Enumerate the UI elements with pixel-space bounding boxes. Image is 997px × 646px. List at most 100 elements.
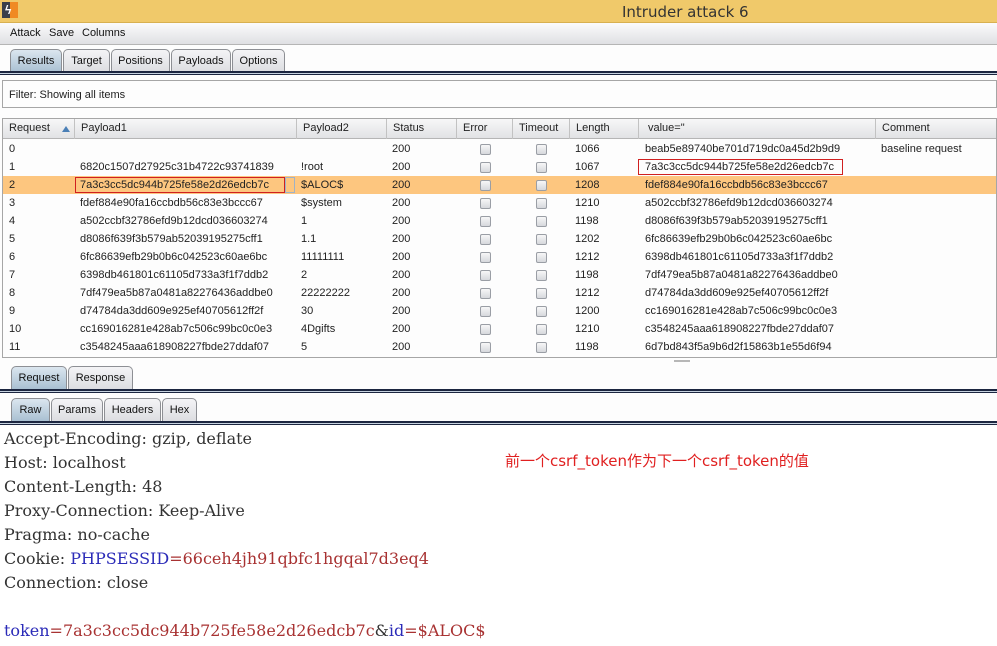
cell-payload2: $ALOC$ xyxy=(301,179,344,191)
col-timeout[interactable]: Timeout xyxy=(513,119,570,139)
tab-divider xyxy=(0,71,997,75)
cell-payload2: 1 xyxy=(301,215,308,227)
tab-positions[interactable]: Positions xyxy=(111,49,170,72)
cell-length: 1210 xyxy=(575,197,600,209)
table-row[interactable]: 8 7df479ea5b87a0481a82276436addbe0 2222222… xyxy=(3,284,996,302)
table-row[interactable]: 10 cc169016281e428ab7c506c99bc0c0e3 4Dgift… xyxy=(3,320,996,338)
error-checkbox[interactable] xyxy=(480,306,491,317)
cell-request: 10 xyxy=(9,323,22,335)
timeout-checkbox[interactable] xyxy=(536,216,547,227)
error-checkbox[interactable] xyxy=(480,198,491,209)
main-tabs: Results Target Positions Payloads Option… xyxy=(0,49,997,79)
tab-results[interactable]: Results xyxy=(10,49,62,72)
table-row[interactable]: 4 a502ccbf32786efd9b12dcd036603274 1 200 119… xyxy=(3,212,996,230)
timeout-checkbox[interactable] xyxy=(536,288,547,299)
timeout-checkbox[interactable] xyxy=(536,324,547,335)
timeout-checkbox[interactable] xyxy=(536,234,547,245)
error-checkbox[interactable] xyxy=(480,288,491,299)
table-row[interactable]: 2 7a3c3cc5dc944b725fe58e2d26edcb7c $ALOC$ 2… xyxy=(3,176,996,194)
cell-payload1: 6398db461801c61105d733a3f1f7ddb2 xyxy=(80,269,269,281)
error-checkbox[interactable] xyxy=(480,342,491,353)
cell-payload2: 4Dgifts xyxy=(301,323,336,335)
col-value[interactable]: value=" xyxy=(639,119,876,139)
header-line: Pragma: no-cache xyxy=(4,525,150,544)
tab-params[interactable]: Params xyxy=(51,398,103,421)
error-checkbox[interactable] xyxy=(480,324,491,335)
tab-payloads[interactable]: Payloads xyxy=(171,49,231,72)
cell-payload1: d74784da3dd609e925ef40705612ff2f xyxy=(80,305,264,317)
col-error[interactable]: Error xyxy=(457,119,513,139)
timeout-checkbox[interactable] xyxy=(536,252,547,263)
table-row[interactable]: 3 fdef884e90fa16ccbdb56c83e3bccc67 $system… xyxy=(3,194,996,212)
sort-ascending-icon xyxy=(62,126,70,132)
table-header: Request Payload1 Payload2 Status Error T… xyxy=(3,119,996,139)
cell-length: 1212 xyxy=(575,287,600,299)
param-name: token xyxy=(4,621,50,640)
cell-length: 1067 xyxy=(575,161,600,173)
cell-payload1: 6820c1507d27925c31b4722c93741839 xyxy=(80,161,274,173)
table-row[interactable]: 0 200 1066 beab5e89740be701d719dc0a45d2b9d9… xyxy=(3,140,996,158)
cell-value: 6fc86639efb29b0b6c042523c60ae6bc xyxy=(645,233,833,245)
cookie-name: PHPSESSID xyxy=(70,549,170,568)
request-body-line: token=7a3c3cc5dc944b725fe58e2d26edcb7c&i… xyxy=(4,621,486,640)
header-line: Connection: close xyxy=(4,573,149,592)
error-checkbox[interactable] xyxy=(480,270,491,281)
cell-status: 200 xyxy=(392,305,411,317)
cell-request: 0 xyxy=(9,143,16,155)
table-row[interactable]: 11 c3548245aaa618908227fbde27ddaf07 5 200 11… xyxy=(3,338,996,356)
timeout-checkbox[interactable] xyxy=(536,144,547,155)
table-row[interactable]: 9 d74784da3dd609e925ef40705612ff2f 30 200 12… xyxy=(3,302,996,320)
header-line: Host: localhost xyxy=(4,453,126,472)
cell-payload2: $system xyxy=(301,197,342,209)
tab-response[interactable]: Response xyxy=(68,366,133,389)
error-checkbox[interactable] xyxy=(480,162,491,173)
error-checkbox[interactable] xyxy=(480,216,491,227)
col-length[interactable]: Length xyxy=(570,119,639,139)
view-tabs: Raw Params Headers Hex xyxy=(0,398,997,428)
timeout-checkbox[interactable] xyxy=(536,180,547,191)
tab-raw[interactable]: Raw xyxy=(11,398,50,421)
split-pane-divider[interactable] xyxy=(674,360,690,362)
filter-bar[interactable]: Filter: Showing all items xyxy=(2,80,997,108)
timeout-checkbox[interactable] xyxy=(536,306,547,317)
menu-columns[interactable]: Columns xyxy=(82,27,125,39)
cell-request: 8 xyxy=(9,287,16,299)
table-row[interactable]: 7 6398db461801c61105d733a3f1f7ddb2 2 200 119… xyxy=(3,266,996,284)
col-comment[interactable]: Comment xyxy=(876,119,996,139)
menu-save[interactable]: Save xyxy=(49,27,74,39)
table-row[interactable]: 5 d8086f639f3b579ab52039195275cff1 1.1 200 1… xyxy=(3,230,996,248)
timeout-checkbox[interactable] xyxy=(536,342,547,353)
cell-payload1: c3548245aaa618908227fbde27ddaf07 xyxy=(80,341,270,353)
tab-target[interactable]: Target xyxy=(63,49,110,72)
tab-headers[interactable]: Headers xyxy=(104,398,161,421)
cell-value: beab5e89740be701d719dc0a45d2b9d9 xyxy=(645,143,841,155)
tab-options[interactable]: Options xyxy=(232,49,285,72)
error-checkbox[interactable] xyxy=(480,144,491,155)
error-checkbox[interactable] xyxy=(480,180,491,191)
cell-request: 4 xyxy=(9,215,16,227)
error-checkbox[interactable] xyxy=(480,234,491,245)
col-payload2[interactable]: Payload2 xyxy=(297,119,387,139)
timeout-checkbox[interactable] xyxy=(536,162,547,173)
raw-request-editor[interactable]: Accept-Encoding: gzip, deflate Host: loc… xyxy=(0,427,997,646)
cell-value: a502ccbf32786efd9b12dcd036603274 xyxy=(645,197,833,209)
tab-request[interactable]: Request xyxy=(11,366,67,389)
menu-attack[interactable]: Attack xyxy=(10,27,41,39)
timeout-checkbox[interactable] xyxy=(536,198,547,209)
tab-hex[interactable]: Hex xyxy=(162,398,197,421)
cell-value: 7df479ea5b87a0481a82276436addbe0 xyxy=(645,269,838,281)
header-line: Content-Length: 48 xyxy=(4,477,163,496)
cell-value: 6d7bd843f5a9b6d2f15863b1e55d6f94 xyxy=(645,341,832,353)
col-status[interactable]: Status xyxy=(387,119,457,139)
table-row[interactable]: 6 6fc86639efb29b0b6c042523c60ae6bc 1111111… xyxy=(3,248,996,266)
table-row[interactable]: 1 6820c1507d27925c31b4722c93741839 !root 20… xyxy=(3,158,996,176)
col-payload1[interactable]: Payload1 xyxy=(75,119,297,139)
error-checkbox[interactable] xyxy=(480,252,491,263)
cell-status: 200 xyxy=(392,215,411,227)
cell-status: 200 xyxy=(392,269,411,281)
results-table[interactable]: Request Payload1 Payload2 Status Error T… xyxy=(2,118,997,358)
timeout-checkbox[interactable] xyxy=(536,270,547,281)
burp-lightning-icon: ϟ xyxy=(2,2,18,18)
col-request[interactable]: Request xyxy=(3,119,75,139)
cell-value: c3548245aaa618908227fbde27ddaf07 xyxy=(645,323,835,335)
